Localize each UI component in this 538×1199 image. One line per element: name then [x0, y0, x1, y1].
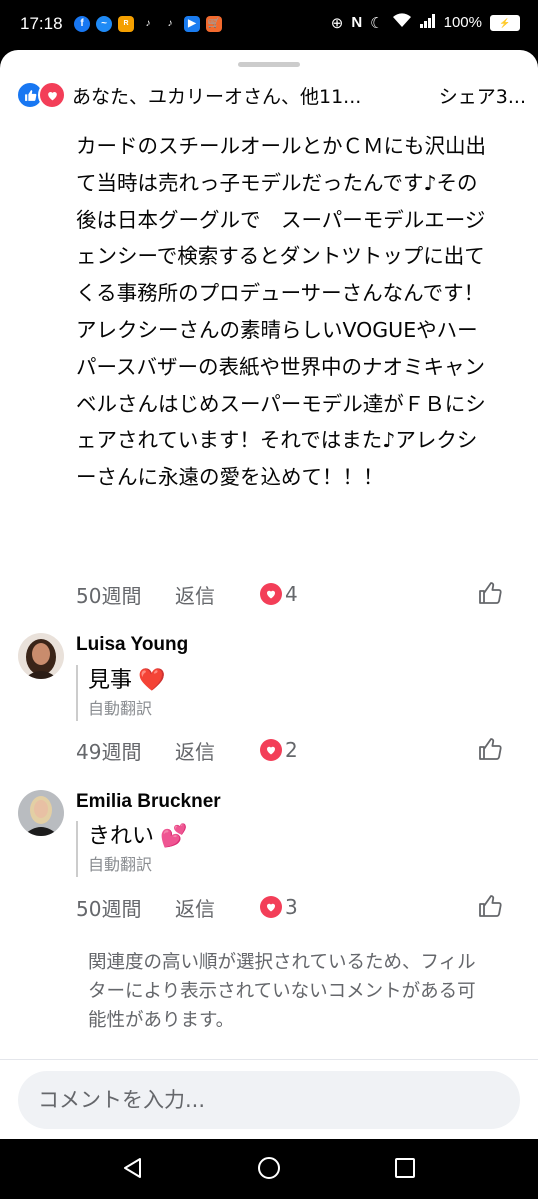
reply-text: 見事 — [88, 668, 133, 693]
back-icon[interactable] — [121, 1156, 145, 1184]
reactions-summary[interactable]: あなた、ユカリーオさん、他11... シェア3... — [16, 80, 526, 110]
notification-icons: f ~ R ♪ ♪ ▶ 🛒 — [74, 16, 222, 32]
reaction-count-number: 4 — [285, 582, 298, 606]
reply-text-row: きれい 💕 — [88, 821, 388, 853]
reaction-count[interactable]: 3 — [260, 895, 298, 919]
like-icon[interactable] — [478, 737, 502, 766]
reaction-count-number: 3 — [285, 895, 298, 919]
reply-text: きれい — [88, 824, 155, 849]
clock: 17:18 — [20, 14, 63, 33]
filter-notice: 関連度の高い順が選択されているため、フィルターにより表示されていないコメントがあ… — [88, 952, 476, 1031]
battery-icon: ⚡ — [490, 14, 520, 31]
reply-bubble: きれい 💕 自動翻訳 — [76, 821, 388, 877]
reaction-count-number: 2 — [285, 738, 298, 762]
home-icon[interactable] — [257, 1156, 281, 1184]
comment-input[interactable] — [18, 1071, 520, 1129]
comments-sheet: あなた、ユカリーオさん、他11... シェア3... カードのスチールオールとか… — [0, 50, 538, 1139]
auto-translated-label[interactable]: 自動翻訳 — [88, 853, 388, 877]
status-bar: 17:18 f ~ R ♪ ♪ ▶ 🛒 ⊕ N ☾ 100% ⚡ — [0, 0, 538, 50]
reply-time[interactable]: 50週間 — [76, 893, 175, 922]
tiktok-icon: ♪ — [140, 16, 156, 32]
avatar[interactable] — [18, 633, 64, 679]
reply-button[interactable]: 返信 — [175, 736, 260, 765]
reaction-count[interactable]: 4 — [260, 582, 298, 606]
comment-body: カードのスチールオールとかＣＭにも沢山出て当時は売れっ子モデルだったんです♪その… — [76, 134, 486, 490]
shopping-icon: 🛒 — [206, 16, 222, 32]
reply-time[interactable]: 49週間 — [76, 736, 175, 765]
moon-icon: ☾ — [370, 14, 384, 32]
navigation-bar — [0, 1139, 538, 1199]
love-icon — [260, 739, 282, 761]
shares-text[interactable]: シェア3... — [439, 82, 526, 109]
like-icon[interactable] — [478, 581, 502, 610]
reaction-count[interactable]: 2 — [260, 738, 298, 762]
facebook-icon: f — [74, 16, 90, 32]
heart-emoji: ❤️ — [138, 668, 166, 693]
nfc-icon: N — [351, 14, 363, 31]
like-icon[interactable] — [478, 894, 502, 923]
youtube-icon: ▶ — [184, 16, 200, 32]
add-circle-icon: ⊕ — [330, 14, 344, 32]
reply-text-row: 見事 ❤️ — [88, 665, 388, 697]
comment-time[interactable]: 50週間 — [76, 580, 175, 609]
reply-button[interactable]: 返信 — [175, 580, 260, 609]
love-icon — [260, 896, 282, 918]
two-hearts-emoji: 💕 — [160, 824, 188, 849]
reactors-text: あなた、ユカリーオさん、他11... — [72, 85, 362, 108]
system-status: ⊕ N ☾ 100% ⚡ — [331, 13, 520, 32]
reply-actions: 49週間 返信 2 — [76, 734, 516, 766]
reply-button[interactable]: 返信 — [175, 893, 260, 922]
messenger-icon: ~ — [96, 16, 112, 32]
reply-bubble: 見事 ❤️ 自動翻訳 — [76, 665, 388, 721]
drag-handle[interactable] — [238, 62, 300, 67]
battery-percent: 100% — [443, 14, 482, 31]
rakuten-icon: R — [118, 16, 134, 32]
wifi-icon — [392, 13, 412, 32]
love-icon — [260, 583, 282, 605]
comment-actions: 50週間 返信 4 — [76, 578, 516, 610]
tiktok-icon: ♪ — [162, 16, 178, 32]
divider — [0, 1059, 538, 1060]
avatar[interactable] — [18, 790, 64, 836]
reply-actions: 50週間 返信 3 — [76, 891, 516, 923]
auto-translated-label[interactable]: 自動翻訳 — [88, 697, 388, 721]
love-reaction-icon — [38, 81, 66, 109]
recents-icon[interactable] — [393, 1156, 417, 1184]
reply-author[interactable]: Emilia Bruckner — [76, 791, 221, 813]
reply-author[interactable]: Luisa Young — [76, 634, 188, 656]
signal-icon — [419, 13, 436, 32]
